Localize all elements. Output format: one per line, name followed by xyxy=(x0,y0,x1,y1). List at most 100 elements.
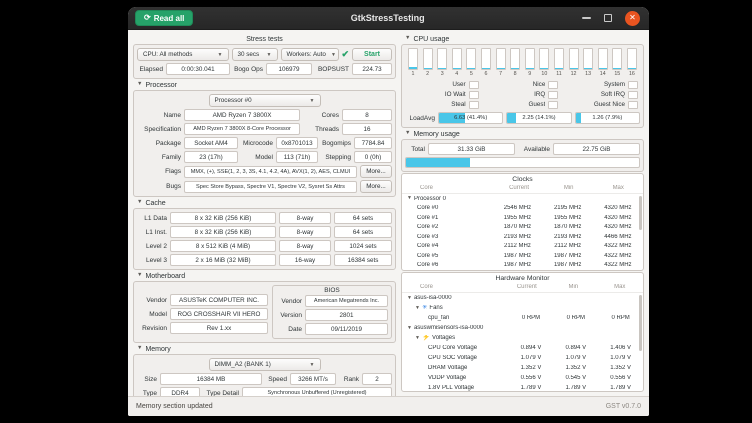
dimm-selector-value: DIMM_A2 (BANK 1) xyxy=(215,361,271,368)
hwmon-row-cpu-fan[interactable]: cpu_fan 0 RPM 0 RPM 0 RPM xyxy=(402,313,643,323)
hwmon-group-asus-isa[interactable]: ▼asus-isa-0000 xyxy=(402,293,643,303)
flags-more-button[interactable]: More... xyxy=(360,165,392,178)
cache-header[interactable]: ▼ Cache xyxy=(133,198,396,208)
column-current[interactable]: Current xyxy=(494,185,544,191)
cpu-core-number: 12 xyxy=(571,71,577,77)
legend-value-box xyxy=(628,81,638,89)
loadavg-label: LoadAvg xyxy=(405,115,435,122)
specification-value: AMD Ryzen 7 3800X 8-Core Processor xyxy=(184,123,300,135)
voltages-label: Voltages xyxy=(432,335,455,341)
scrollbar[interactable] xyxy=(639,295,642,351)
cache-title: Cache xyxy=(145,200,165,207)
family-value: 23 (17h) xyxy=(184,151,238,163)
cpu-core-number: 15 xyxy=(614,71,620,77)
expander-icon[interactable]: ▼ xyxy=(407,296,412,301)
core-name: Core #6 xyxy=(402,262,492,268)
clock-row-core1[interactable]: Core #1 1955 MHz 1955 MHz 4320 MHz xyxy=(402,213,643,223)
expander-icon[interactable]: ▼ xyxy=(407,196,412,201)
stress-duration-select[interactable]: 30 secs ▼ xyxy=(232,48,278,61)
hwmon-row-cpu-core-voltage[interactable]: CPU Core Voltage 0.894 V 0.894 V 1.406 V xyxy=(402,343,643,353)
processor-selector[interactable]: Processor #0 ▼ xyxy=(209,94,321,107)
cpu-core-meter: 4 xyxy=(451,48,463,77)
bios-vendor-label: Vendor xyxy=(276,298,302,305)
bios-version-label: Version xyxy=(276,312,302,319)
column-max[interactable]: Max xyxy=(597,284,643,290)
stress-method-select[interactable]: CPU: All methods ▼ xyxy=(137,48,229,61)
memory-header[interactable]: ▼ Memory xyxy=(133,344,396,354)
motherboard-header[interactable]: ▼ Motherboard xyxy=(133,271,396,281)
cpu-usage-frame: 1 2 3 4 5 6 7 8 9 10 11 12 13 14 xyxy=(401,44,644,128)
expander-icon[interactable]: ▼ xyxy=(415,306,420,311)
expander-icon[interactable]: ▼ xyxy=(407,326,412,331)
expander-icon: ▼ xyxy=(405,131,410,137)
hwmon-row-cpu-soc-voltage[interactable]: CPU SOC Voltage 1.079 V 1.079 V 1.079 V xyxy=(402,353,643,363)
hwmon-row-18v-pll-voltage[interactable]: 1.8V PLL Voltage 1.789 V 1.789 V 1.789 V xyxy=(402,383,643,392)
minimize-button[interactable] xyxy=(582,17,591,19)
hwmon-row-vddp-voltage[interactable]: VDDP Voltage 0.556 V 0.545 V 0.556 V xyxy=(402,373,643,383)
family-label: Family xyxy=(137,154,181,161)
cache-sets-value: 16384 sets xyxy=(334,254,392,266)
column-min[interactable]: Min xyxy=(550,284,596,290)
clocks-group-row[interactable]: ▼Processor 0 xyxy=(402,194,643,204)
cpu-core-meters: 1 2 3 4 5 6 7 8 9 10 11 12 13 14 xyxy=(405,48,640,77)
cpu-core-number: 5 xyxy=(470,71,473,77)
legend-label: System xyxy=(566,81,625,88)
clock-max: 4322 MHz xyxy=(593,243,643,249)
hwmon-row-dram-voltage[interactable]: DRAM Voltage 1.352 V 1.352 V 1.352 V xyxy=(402,363,643,373)
cpu-core-number: 13 xyxy=(585,71,591,77)
microcode-value: 0x8701013 xyxy=(276,137,318,149)
hwmon-subgroup-fans[interactable]: ▼✳Fans xyxy=(402,303,643,313)
window-title: GtkStressTesting xyxy=(199,13,576,23)
maximize-button[interactable] xyxy=(604,14,612,22)
clock-row-core6[interactable]: Core #6 1987 MHz 1987 MHz 4322 MHz xyxy=(402,261,643,271)
clock-row-core2[interactable]: Core #2 1870 MHz 1870 MHz 4320 MHz xyxy=(402,223,643,233)
clock-max: 4466 MHz xyxy=(593,234,643,240)
hardware-monitor-section: Hardware Monitor Core Current Min Max ▼a… xyxy=(401,272,644,392)
cache-size-value: 2 x 16 MiB (32 MiB) xyxy=(170,254,276,266)
clock-row-core4[interactable]: Core #4 2112 MHz 2112 MHz 4322 MHz xyxy=(402,242,643,252)
cache-ways-value: 8-way xyxy=(279,240,331,252)
loadavg-bar-5min: 2.25 (14.1%) xyxy=(506,112,571,124)
loadavg-row: LoadAvg 6.63 (41.4%) 2.25 (14.1%) 1.26 (… xyxy=(405,112,640,124)
cpu-core-number: 16 xyxy=(629,71,635,77)
clock-row-core5[interactable]: Core #5 1987 MHz 1987 MHz 4322 MHz xyxy=(402,251,643,261)
read-all-button[interactable]: ⟳ Read all xyxy=(135,10,193,26)
sensor-min: 1.079 V xyxy=(553,355,598,361)
column-core[interactable]: Core xyxy=(402,284,504,290)
column-min[interactable]: Min xyxy=(544,185,594,191)
processor-header[interactable]: ▼ Processor xyxy=(133,80,396,90)
column-max[interactable]: Max xyxy=(593,185,643,191)
sensor-min: 1.352 V xyxy=(553,365,598,371)
cpu-core-number: 6 xyxy=(484,71,487,77)
column-current[interactable]: Current xyxy=(504,284,550,290)
hwmon-column-headers[interactable]: Core Current Min Max xyxy=(402,283,643,293)
expander-icon[interactable]: ▼ xyxy=(415,336,420,341)
stress-method-value: CPU: All methods xyxy=(143,51,192,58)
cpu-name-label: Name xyxy=(137,112,181,119)
cache-section: ▼ Cache L1 Data 8 x 32 KiB (256 KiB) 8-w… xyxy=(133,198,396,270)
sensor-current: 1.789 V xyxy=(509,385,554,391)
cpu-core-number: 14 xyxy=(600,71,606,77)
titlebar[interactable]: ⟳ Read all GtkStressTesting ✕ xyxy=(128,7,649,30)
elapsed-value: 0:00:30.041 xyxy=(166,63,230,75)
stress-tests-frame: CPU: All methods ▼ 30 secs ▼ Workers: Au… xyxy=(133,44,396,79)
dimm-size-value: 16384 MB xyxy=(160,373,262,385)
hwmon-group-asuswmisensors[interactable]: ▼asuswmisensors-isa-0000 xyxy=(402,323,643,333)
clock-row-core3[interactable]: Core #3 2193 MHz 2193 MHz 4466 MHz xyxy=(402,232,643,242)
start-button[interactable]: Start xyxy=(352,48,392,61)
bios-date-value: 09/11/2019 xyxy=(305,323,388,335)
bugs-more-button[interactable]: More... xyxy=(360,180,392,193)
clocks-column-headers[interactable]: Core Current Min Max xyxy=(402,184,643,194)
sensor-min: 1.789 V xyxy=(553,385,598,391)
dimm-selector[interactable]: DIMM_A2 (BANK 1) ▼ xyxy=(209,358,321,371)
column-core[interactable]: Core xyxy=(402,185,494,191)
stress-workers-select[interactable]: Workers: Auto ▼ xyxy=(281,48,339,61)
cpu-usage-header[interactable]: ▼ CPU usage xyxy=(401,34,644,44)
clock-row-core0[interactable]: Core #0 2546 MHz 2195 MHz 4320 MHz xyxy=(402,204,643,214)
bios-frame: BIOS Vendor American Megatrends Inc. Ver… xyxy=(272,285,392,339)
scrollbar[interactable] xyxy=(639,196,642,230)
close-button[interactable]: ✕ xyxy=(625,11,640,26)
memory-usage-header[interactable]: ▼ Memory usage xyxy=(401,129,644,139)
clock-min: 2193 MHz xyxy=(543,234,593,240)
hwmon-subgroup-voltages[interactable]: ▼⚡Voltages xyxy=(402,333,643,343)
